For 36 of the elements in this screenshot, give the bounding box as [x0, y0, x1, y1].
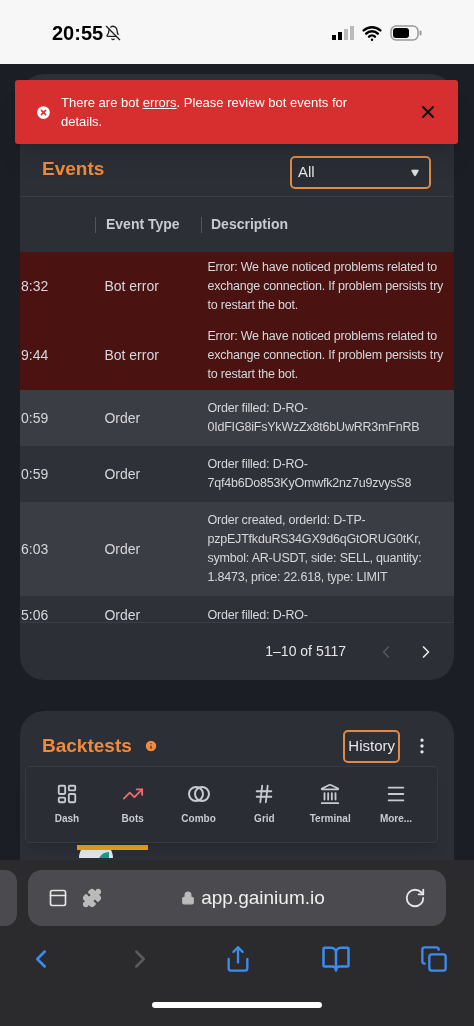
- nav-tab[interactable]: Grid: [233, 783, 296, 826]
- time-cell-text: 8:32: [20, 277, 50, 296]
- history-button[interactable]: History: [343, 729, 400, 763]
- time-cell-text: 0:59: [20, 464, 50, 484]
- events-title: Events: [42, 156, 105, 181]
- time-cell-text: 5:06: [20, 606, 50, 622]
- column-header: Event Type: [106, 215, 180, 234]
- time-cell-text: 6:03: [20, 539, 50, 559]
- description-cell-text: Order filled: D-RO-7qf4b6Do853KyOmwfk2nz7u9zvysS8: [206, 456, 413, 492]
- column-header: Description: [211, 215, 288, 234]
- errors-link[interactable]: errors: [142, 95, 177, 110]
- description-cell-text: Error: We have noticed problems related to exchange connection. If problem persists try to restart the bot.: [206, 259, 445, 314]
- event-type-cell-text: Bot error: [103, 346, 160, 365]
- nav-tab[interactable]: More...: [365, 783, 428, 826]
- backtests-title: Backtests: [42, 733, 132, 758]
- event-type-cell-text: Order: [103, 539, 142, 559]
- time-cell-text: 9:44: [20, 346, 50, 365]
- nav-tab[interactable]: Bots: [101, 783, 164, 826]
- nav-tab[interactable]: Dash: [35, 783, 98, 826]
- pagination-range: 1–10 of 5117: [265, 642, 346, 661]
- event-type-cell-text: Order: [103, 606, 142, 622]
- description-cell-text: Error: We have noticed problems related to exchange connection. If problem persists try to restart the bot.: [206, 328, 445, 383]
- nav-tab[interactable]: Combo: [167, 783, 230, 826]
- event-type-cell-text: Order: [103, 464, 142, 484]
- description-cell-text: Order filled: D-RO-: [206, 607, 309, 622]
- description-cell-text: Order filled: D-RO-0IdFIG8iFsYkWzZx8t6bUwRR3mFnRB: [206, 400, 421, 436]
- time-cell-text: 0:59: [20, 408, 50, 428]
- url-text: app.gainium.io: [201, 885, 325, 910]
- description-cell-text: Order created, orderId: D-TP-pzpEJTfkduRS34GX9d6qGtORUG0tKr, symbol: AR-USDT, side: SELL, quantity: 1.8473, price: 22.618, type: LIMIT: [206, 512, 423, 586]
- event-type-cell-text: Order: [103, 408, 142, 428]
- status-time: 20:55: [52, 21, 104, 46]
- event-filter-select[interactable]: All: [290, 156, 431, 189]
- nav-tab[interactable]: Terminal: [299, 783, 362, 826]
- address-bar[interactable]: app.gainium.io: [28, 870, 446, 926]
- event-type-cell-text: Bot error: [103, 277, 160, 296]
- toast-message: There are bot errors. Please review bot events for details.: [61, 94, 349, 131]
